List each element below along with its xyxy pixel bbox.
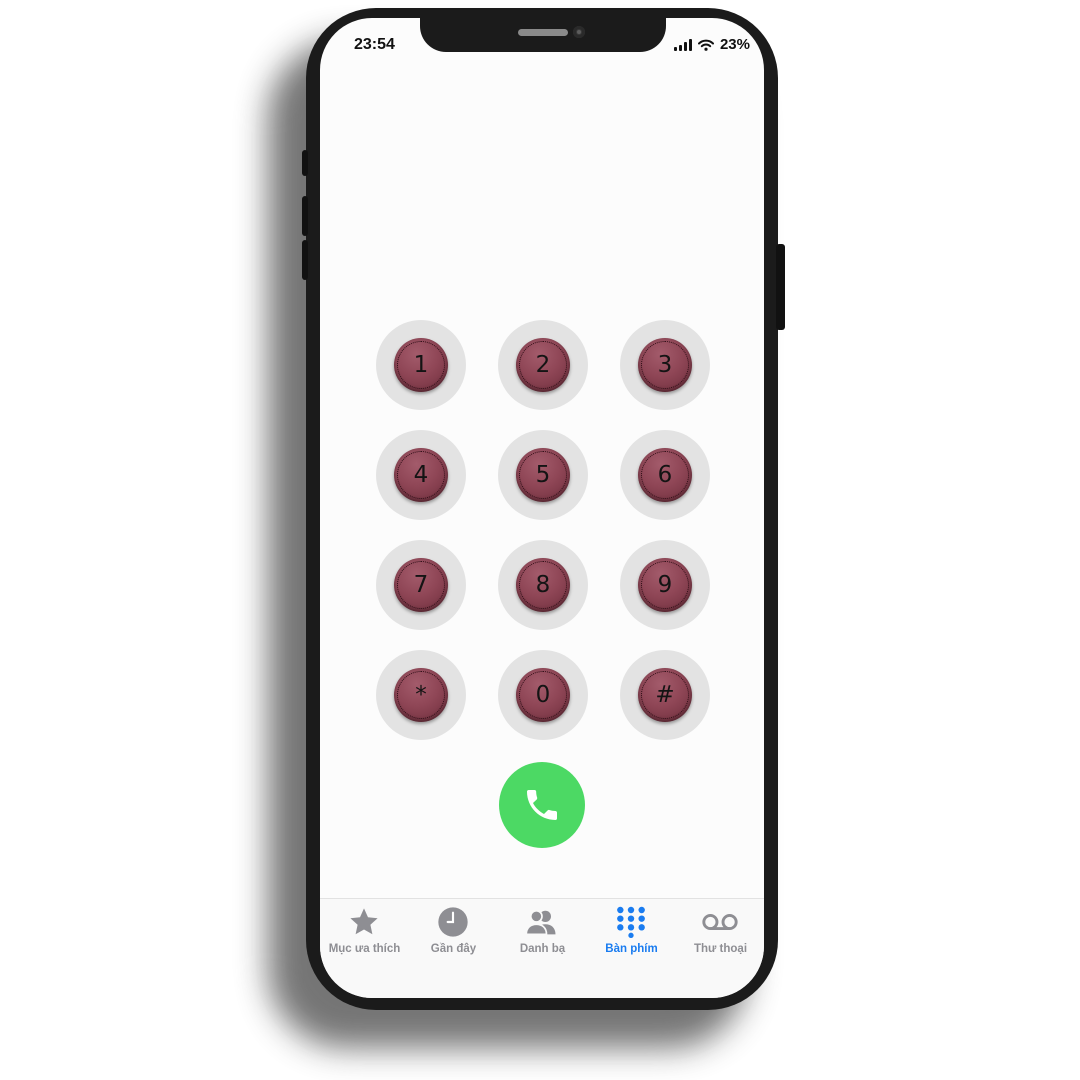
key-label: 2 <box>535 352 551 378</box>
key-7[interactable]: 7 <box>376 540 466 630</box>
key-6[interactable]: 6 <box>620 430 710 520</box>
key-hash[interactable]: # <box>620 650 710 740</box>
tab-label: Bàn phím <box>605 943 658 955</box>
key-label: 7 <box>413 572 429 598</box>
key-label: * <box>415 682 427 708</box>
key-label: 3 <box>657 352 673 378</box>
status-time: 23:54 <box>354 36 395 53</box>
power-button[interactable] <box>776 244 785 330</box>
key-label: 0 <box>535 682 551 708</box>
key-label: 1 <box>413 352 429 378</box>
wifi-icon <box>697 39 714 51</box>
key-9[interactable]: 9 <box>620 540 710 630</box>
keypad-icon <box>613 905 649 939</box>
tab-favorites[interactable]: Mục ưa thích <box>320 899 409 979</box>
call-button[interactable] <box>499 762 585 848</box>
battery-percentage: 23% <box>719 36 750 53</box>
key-5[interactable]: 5 <box>498 430 588 520</box>
tab-bar: Mục ưa thích Gần đây Danh bạ Bàn phím Th… <box>320 898 764 998</box>
key-label: 8 <box>535 572 551 598</box>
tab-label: Gần đây <box>430 943 477 955</box>
signal-icon <box>673 38 692 51</box>
tab-recents[interactable]: Gần đây <box>409 899 498 979</box>
clock-icon <box>435 905 471 939</box>
notch <box>420 18 666 52</box>
key-2[interactable]: 2 <box>498 320 588 410</box>
key-label: 9 <box>657 572 673 598</box>
key-label: 4 <box>413 462 429 488</box>
key-label: # <box>655 682 675 708</box>
status-indicators: 23% <box>673 36 750 53</box>
tab-label: Danh bạ <box>519 943 566 955</box>
phone-screen: 23:54 23% 1 2 3 4 5 6 7 8 9 * 0 # Mục ưa… <box>320 18 764 998</box>
key-3[interactable]: 3 <box>620 320 710 410</box>
contacts-icon <box>524 905 560 939</box>
key-star[interactable]: * <box>376 650 466 740</box>
key-label: 5 <box>535 462 551 488</box>
volume-down-button[interactable] <box>302 240 308 280</box>
tab-label: Thư thoại <box>693 943 748 955</box>
tab-voicemail[interactable]: Thư thoại <box>676 899 764 979</box>
star-icon <box>346 905 382 939</box>
key-label: 6 <box>657 462 673 488</box>
key-4[interactable]: 4 <box>376 430 466 520</box>
front-camera <box>573 26 585 38</box>
volume-up-button[interactable] <box>302 196 308 236</box>
silent-switch[interactable] <box>302 150 308 176</box>
key-8[interactable]: 8 <box>498 540 588 630</box>
key-1[interactable]: 1 <box>376 320 466 410</box>
key-0[interactable]: 0 <box>498 650 588 740</box>
tab-label: Mục ưa thích <box>328 943 401 955</box>
earpiece-speaker <box>518 29 568 36</box>
tab-keypad[interactable]: Bàn phím <box>587 899 676 979</box>
tab-contacts[interactable]: Danh bạ <box>498 899 587 979</box>
phone-icon <box>527 790 557 820</box>
voicemail-icon <box>702 905 738 939</box>
